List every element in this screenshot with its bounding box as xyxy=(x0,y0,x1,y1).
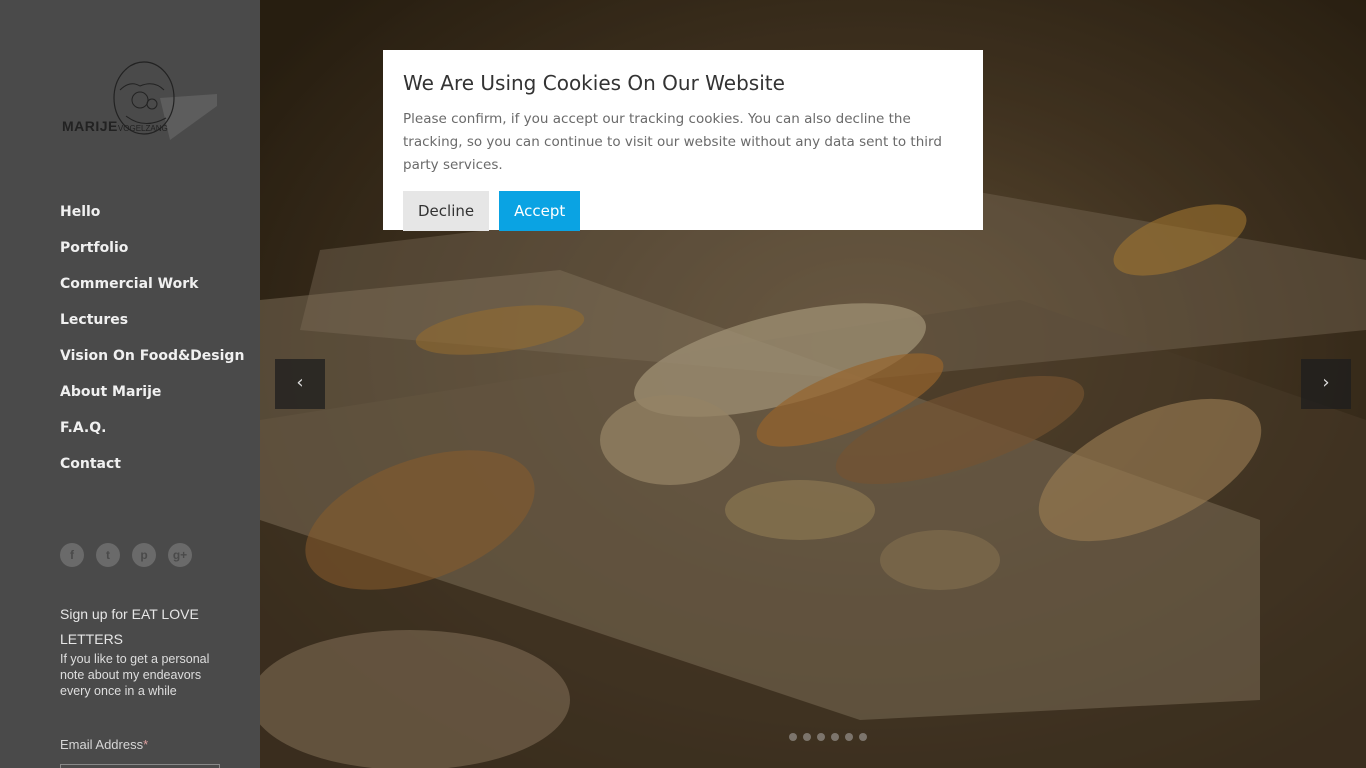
required-mark: * xyxy=(143,737,149,752)
email-field[interactable] xyxy=(60,764,220,768)
nav-item-vision[interactable]: Vision On Food&Design xyxy=(60,346,244,382)
chevron-left-icon: ‹ xyxy=(296,372,304,393)
decline-button[interactable]: Decline xyxy=(403,191,490,231)
nav-item-portfolio[interactable]: Portfolio xyxy=(60,238,244,274)
nav-item-faq[interactable]: F.A.Q. xyxy=(60,418,244,454)
slider-dot[interactable] xyxy=(803,733,811,741)
google-plus-icon[interactable]: g+ xyxy=(168,543,192,567)
logo-text: MARIJEVOGELZANG xyxy=(62,118,168,134)
nav-item-commercial-work[interactable]: Commercial Work xyxy=(60,274,244,310)
slider-dot[interactable] xyxy=(845,733,853,741)
cookie-modal-actions: Decline Accept xyxy=(403,191,963,231)
slider-dot[interactable] xyxy=(831,733,839,741)
chevron-right-icon: › xyxy=(1322,372,1330,393)
nav-item-hello[interactable]: Hello xyxy=(60,202,244,238)
cookie-modal-text: Please confirm, if you accept our tracki… xyxy=(403,111,942,173)
pinterest-icon[interactable]: p xyxy=(132,543,156,567)
newsletter-title: Sign up for EAT LOVE LETTERS xyxy=(60,606,199,647)
social-links: f t p g+ xyxy=(60,543,192,567)
slider-dot[interactable] xyxy=(789,733,797,741)
cookie-modal-title: We Are Using Cookies On Our Website xyxy=(403,71,785,95)
site-logo[interactable]: MARIJEVOGELZANG xyxy=(60,60,220,142)
slider-pagination xyxy=(789,733,867,741)
accept-button[interactable]: Accept xyxy=(499,191,581,231)
main-nav: Hello Portfolio Commercial Work Lectures… xyxy=(60,202,244,490)
slider-dot[interactable] xyxy=(817,733,825,741)
slider-dot[interactable] xyxy=(859,733,867,741)
slider-next-button[interactable]: › xyxy=(1301,359,1351,409)
cookie-consent-modal: We Are Using Cookies On Our Website Plea… xyxy=(383,50,983,231)
twitter-icon[interactable]: t xyxy=(96,543,120,567)
nav-item-contact[interactable]: Contact xyxy=(60,454,244,490)
nav-item-lectures[interactable]: Lectures xyxy=(60,310,244,346)
nav-item-about[interactable]: About Marije xyxy=(60,382,244,418)
sidebar: MARIJEVOGELZANG Hello Portfolio Commerci… xyxy=(0,0,260,768)
email-label: Email Address* xyxy=(60,737,149,752)
facebook-icon[interactable]: f xyxy=(60,543,84,567)
slider-prev-button[interactable]: ‹ xyxy=(275,359,325,409)
newsletter-description: If you like to get a personal note about… xyxy=(60,652,210,698)
